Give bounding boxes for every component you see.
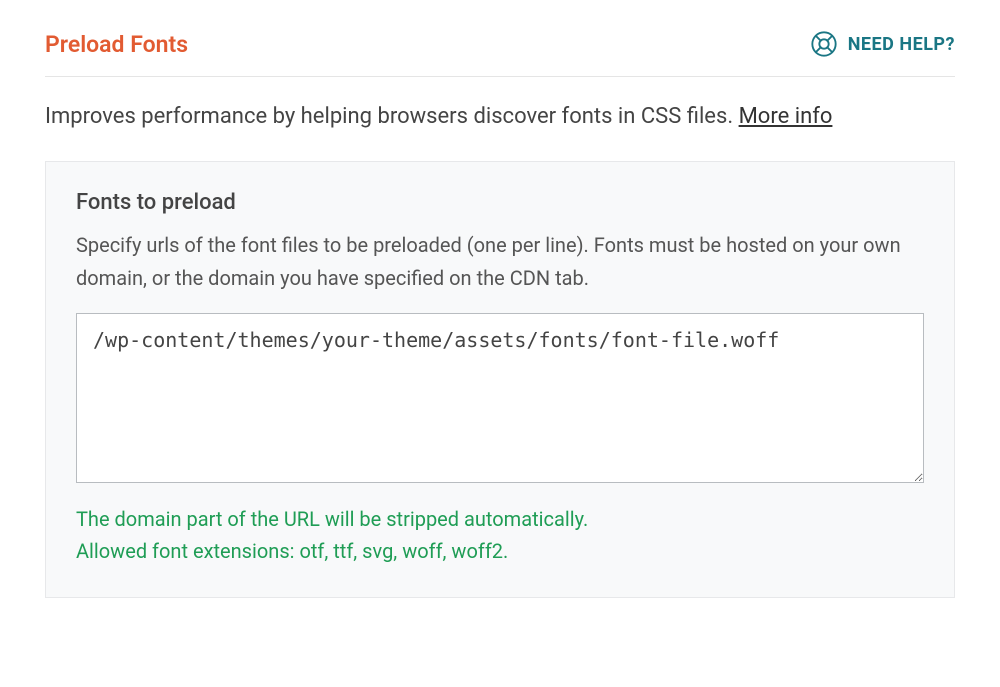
- fonts-textarea[interactable]: [76, 313, 924, 483]
- section-description-text: Improves performance by helping browsers…: [45, 104, 739, 129]
- section-description: Improves performance by helping browsers…: [45, 99, 955, 135]
- section-title: Preload Fonts: [45, 31, 188, 58]
- more-info-link[interactable]: More info: [739, 104, 833, 129]
- need-help-label: NEED HELP?: [848, 34, 955, 55]
- lifebuoy-icon: [810, 30, 838, 58]
- section-header: Preload Fonts NEED HELP?: [45, 30, 955, 77]
- card-title: Fonts to preload: [76, 190, 924, 215]
- card-description: Specify urls of the font files to be pre…: [76, 229, 924, 295]
- hint-line-1: The domain part of the URL will be strip…: [76, 503, 924, 535]
- fonts-card: Fonts to preload Specify urls of the fon…: [45, 161, 955, 598]
- card-hint: The domain part of the URL will be strip…: [76, 503, 924, 567]
- need-help-link[interactable]: NEED HELP?: [810, 30, 955, 58]
- hint-line-2: Allowed font extensions: otf, ttf, svg, …: [76, 535, 924, 567]
